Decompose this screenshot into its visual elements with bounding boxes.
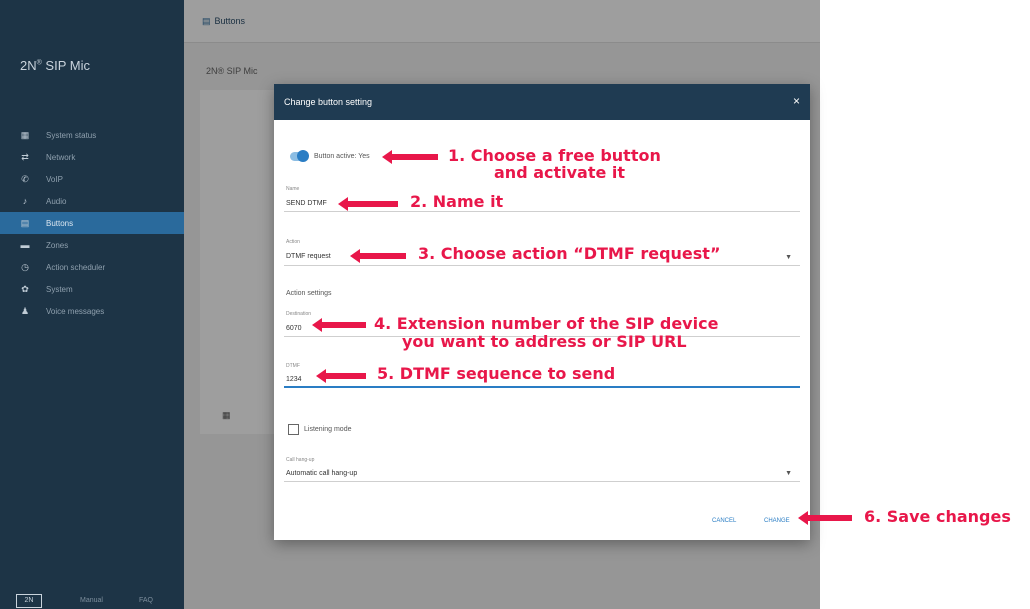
sidebar-item-label: Zones	[46, 240, 69, 250]
sidebar-item-label: Voice messages	[46, 306, 105, 316]
sidebar-item-label: System	[46, 284, 73, 294]
phone-icon: ✆	[21, 173, 29, 184]
hangup-select[interactable]: Automatic call hang-up	[286, 470, 357, 477]
annotation-5: 5. DTMF sequence to send	[377, 364, 616, 383]
annotation-arrow-4	[312, 318, 366, 332]
name-caption: Name	[286, 186, 300, 192]
chevron-down-icon[interactable]: ▼	[785, 470, 792, 477]
chevron-down-icon[interactable]: ▼	[785, 254, 792, 261]
destination-field[interactable]: 6070	[286, 325, 302, 332]
buttons-icon: ▤	[20, 217, 30, 228]
annotation-6: 6. Save changes	[864, 507, 1011, 526]
sidebar-item-label: Action scheduler	[46, 262, 106, 272]
annotation-3: 3. Choose action “DTMF request”	[418, 244, 721, 263]
button-active-label: Button active: Yes	[314, 153, 370, 160]
dialog-title: Change button setting	[284, 97, 373, 107]
annotation-1-line2: and activate it	[494, 163, 626, 182]
manual-link[interactable]: Manual	[80, 597, 103, 604]
message-icon: ♟	[20, 305, 30, 316]
sidebar-item-system-status[interactable]: ▦ System status	[0, 124, 184, 146]
dtmf-underline	[284, 386, 800, 388]
schedule-icon: ◷	[21, 261, 29, 272]
sidebar-item-zones[interactable]: ▬ Zones	[0, 234, 184, 256]
sidebar-item-voice-messages[interactable]: ♟ Voice messages	[0, 300, 184, 322]
listening-mode-checkbox[interactable]	[288, 424, 299, 435]
annotation-4-line2: you want to address or SIP URL	[402, 332, 687, 351]
hangup-underline	[284, 481, 800, 482]
sidebar-item-label: Network	[46, 152, 76, 162]
listening-mode-label: Listening mode	[304, 426, 352, 433]
action-select[interactable]: DTMF request	[286, 253, 331, 260]
destination-caption: Destination	[286, 311, 312, 317]
annotation-2: 2. Name it	[410, 192, 504, 211]
annotation-arrow-3	[350, 249, 406, 263]
faq-link[interactable]: FAQ	[139, 597, 153, 604]
sidebar-item-system[interactable]: ✿ System	[0, 278, 184, 300]
annotation-arrow-5	[316, 369, 366, 383]
hangup-caption: Call hang-up	[286, 457, 315, 463]
annotation-arrow-2	[338, 197, 398, 211]
app-logo: 2N® SIP Mic	[20, 58, 90, 73]
dialog-header: Change button setting ×	[274, 84, 810, 120]
network-icon: ⇄	[21, 151, 29, 162]
sidebar-item-action-scheduler[interactable]: ◷ Action scheduler	[0, 256, 184, 278]
close-icon[interactable]: ×	[793, 94, 800, 108]
sidebar-item-voip[interactable]: ✆ VoIP	[0, 168, 184, 190]
brand-logo: 2N	[16, 593, 42, 608]
cancel-button[interactable]: CANCEL	[712, 518, 736, 524]
change-button[interactable]: CHANGE	[764, 518, 790, 524]
sidebar-footer: 2N Manual FAQ	[0, 592, 184, 609]
dtmf-field[interactable]: 1234	[286, 376, 302, 383]
sidebar-item-label: VoIP	[46, 174, 63, 184]
sidebar-item-buttons[interactable]: ▤ Buttons	[0, 212, 184, 234]
action-caption: Action	[286, 239, 300, 245]
sidebar-item-label: System status	[46, 130, 97, 140]
annotation-arrow-1	[382, 150, 438, 164]
gear-icon: ✿	[21, 283, 29, 294]
annotation-4-line1: 4. Extension number of the SIP device	[374, 314, 719, 333]
grid-icon: ▦	[20, 129, 30, 140]
sidebar-item-label: Buttons	[46, 218, 74, 228]
dtmf-caption: DTMF	[286, 363, 300, 369]
toggle-knob	[297, 150, 309, 162]
annotation-arrow-6	[798, 511, 852, 525]
sidebar-item-label: Audio	[46, 196, 67, 206]
sidebar-item-network[interactable]: ⇄ Network	[0, 146, 184, 168]
sidebar-item-audio[interactable]: ♪ Audio	[0, 190, 184, 212]
audio-icon: ♪	[22, 196, 28, 206]
name-field[interactable]: SEND DTMF	[286, 200, 327, 207]
action-settings-heading: Action settings	[286, 290, 332, 297]
annotation-1-line1: 1. Choose a free button	[448, 146, 661, 165]
sidebar: 2N® SIP Mic ▦ System status ⇄ Network ✆ VoI…	[0, 0, 184, 609]
action-underline	[284, 265, 800, 266]
name-underline	[284, 211, 800, 212]
button-active-toggle[interactable]	[290, 150, 309, 162]
sidebar-nav: ▦ System status ⇄ Network ✆ VoIP ♪ Audio ▤ Bu…	[0, 124, 184, 322]
zones-icon: ▬	[20, 240, 30, 250]
